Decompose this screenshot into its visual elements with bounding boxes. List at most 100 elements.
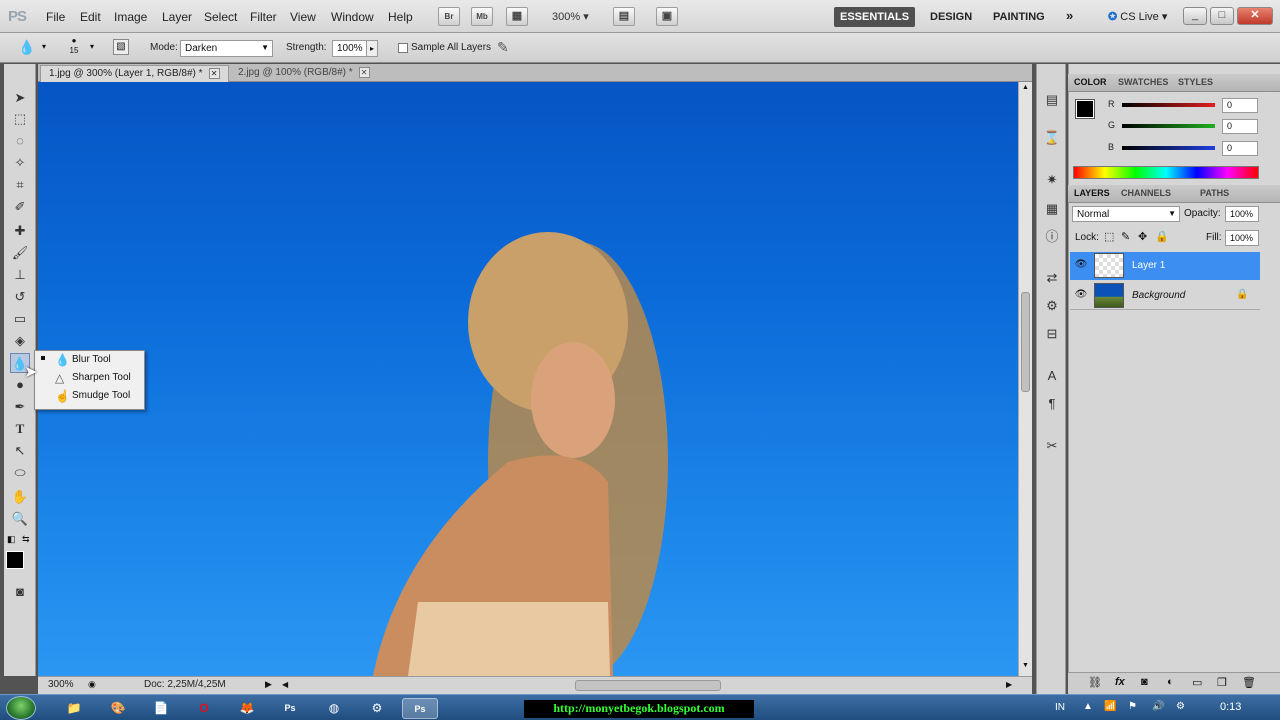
brush-tool-icon[interactable]: 🖌 [10, 243, 30, 263]
eraser-tool-icon[interactable]: ▭ [10, 309, 30, 329]
bridge-button[interactable]: Br [438, 7, 460, 26]
flyout-item-sharpen-tool[interactable]: △ Sharpen Tool [35, 370, 144, 388]
lock-all-icon[interactable]: 🔒 [1155, 230, 1169, 243]
explorer-icon[interactable]: 📁 [56, 698, 92, 719]
color-spectrum-ramp[interactable] [1073, 166, 1259, 179]
red-slider[interactable] [1122, 103, 1215, 107]
tab-document-2[interactable]: 2.jpg @ 100% (RGB/8#) * ✕ [230, 65, 378, 82]
strength-input[interactable]: 100% [332, 40, 370, 57]
tab-color[interactable]: COLOR [1074, 77, 1107, 87]
eye-icon[interactable]: 👁 [1073, 289, 1089, 300]
marquee-tool-icon[interactable]: ⬚ [10, 109, 30, 129]
document-canvas[interactable] [38, 82, 1018, 676]
workspace-design[interactable]: DESIGN [924, 7, 978, 27]
fill-input[interactable]: 100% [1225, 230, 1259, 246]
layer-mask-icon[interactable]: ◙ [1141, 676, 1148, 688]
workspace-essentials[interactable]: ESSENTIALS [834, 7, 916, 27]
default-colors-icon[interactable]: ◧ [7, 534, 16, 545]
status-info-icon[interactable]: ◉ [88, 679, 96, 690]
sample-all-layers-checkbox[interactable] [398, 43, 408, 53]
actions-panel-icon[interactable]: ⚙ [1042, 296, 1062, 316]
foreground-color-swatch[interactable] [6, 551, 24, 569]
horizontal-scroll-thumb[interactable] [575, 680, 721, 691]
minibridge-button[interactable]: Mb [471, 7, 493, 26]
menu-filter[interactable]: Filter [250, 10, 277, 24]
paragraph-panel-icon[interactable]: ¶ [1042, 394, 1062, 414]
layer-row-background[interactable]: 👁 Background 🔒 [1070, 282, 1260, 310]
crop-tool-icon[interactable]: ⌗ [10, 175, 30, 195]
screen-mode-icon[interactable]: ▣ [656, 7, 678, 26]
pressure-pen-icon[interactable]: ✎ [497, 39, 509, 56]
path-select-tool-icon[interactable]: ↖ [10, 441, 30, 461]
opera-icon[interactable]: O [186, 698, 222, 719]
minimize-button[interactable]: _ [1183, 7, 1207, 25]
info-panel-icon[interactable]: ⓘ [1042, 227, 1062, 247]
zoom-dropdown[interactable]: 300% ▾ [552, 10, 589, 23]
tool-preset-dropdown-icon[interactable]: ▾ [42, 42, 46, 51]
language-indicator[interactable]: IN [1055, 702, 1065, 713]
scroll-up-icon[interactable]: ▲ [1022, 84, 1029, 91]
scroll-left-icon[interactable]: ◀ [282, 680, 288, 689]
tab-styles[interactable]: STYLES [1178, 77, 1213, 87]
menu-image[interactable]: Image [114, 10, 147, 24]
history-brush-tool-icon[interactable]: ↺ [10, 287, 30, 307]
menu-edit[interactable]: Edit [80, 10, 101, 24]
brush-preset-picker[interactable]: ● 15 [62, 36, 86, 60]
layer-row-layer-1[interactable]: 👁 Layer 1 [1070, 252, 1260, 280]
healing-brush-tool-icon[interactable]: ✚ [10, 221, 30, 241]
strength-slider-icon[interactable]: ▸ [366, 40, 378, 57]
layer-name[interactable]: Background [1132, 290, 1185, 301]
pen-tool-icon[interactable]: ✒ [10, 397, 30, 417]
system-clock[interactable]: 0:13 [1220, 701, 1241, 713]
vertical-scrollbar[interactable]: ▲ ▼ [1018, 82, 1032, 676]
new-layer-icon[interactable]: ❐ [1217, 676, 1227, 689]
workspace-painting[interactable]: PAINTING [987, 7, 1051, 27]
navigator-panel-icon[interactable]: ✷ [1042, 170, 1062, 190]
menu-select[interactable]: Select [204, 10, 237, 24]
tab-channels[interactable]: CHANNELS [1121, 188, 1171, 198]
green-value-input[interactable]: 0 [1222, 119, 1258, 134]
history-panel-icon[interactable]: ⌛ [1042, 128, 1062, 148]
volume-icon[interactable]: 🔊 [1152, 701, 1164, 712]
brush-panel-icon[interactable]: ▧ [113, 39, 129, 55]
flag-icon[interactable]: ⚑ [1128, 701, 1137, 712]
close-icon[interactable]: ✕ [208, 68, 220, 79]
clone-stamp-tool-icon[interactable]: ⊥ [10, 265, 30, 285]
new-group-icon[interactable]: ▭ [1192, 676, 1202, 689]
opacity-input[interactable]: 100% [1225, 206, 1259, 222]
eyedropper-tool-icon[interactable]: ✐ [10, 197, 30, 217]
color-foreground-swatch[interactable] [1075, 99, 1095, 119]
notepad-icon[interactable]: 📄 [143, 698, 179, 719]
shape-tool-icon[interactable]: ⬭ [10, 463, 30, 483]
layer-name[interactable]: Layer 1 [1132, 260, 1165, 271]
mode-select[interactable]: Darken ▼ [180, 40, 273, 57]
vertical-scroll-thumb[interactable] [1021, 292, 1030, 392]
tray-app-icon[interactable]: ⚙ [1176, 701, 1185, 712]
utility-icon[interactable]: ⚙ [359, 698, 395, 719]
blue-slider[interactable] [1122, 146, 1215, 150]
status-zoom[interactable]: 300% [48, 679, 74, 690]
type-tool-icon[interactable]: T [10, 419, 30, 439]
photoshop-taskbar-icon[interactable]: Ps [272, 698, 308, 719]
workspace-more-icon[interactable]: » [1060, 7, 1079, 27]
chrome-icon[interactable]: ◍ [316, 698, 352, 719]
lock-pixels-icon[interactable]: ✎ [1121, 230, 1130, 243]
histogram-panel-icon[interactable]: ▦ [1042, 199, 1062, 219]
lock-transparency-icon[interactable]: ⬚ [1104, 230, 1114, 243]
tab-document-1[interactable]: 1.jpg @ 300% (Layer 1, RGB/8#) * ✕ [40, 65, 229, 82]
maximize-button[interactable]: □ [1210, 7, 1234, 25]
menu-window[interactable]: Window [331, 10, 374, 24]
quick-mask-icon[interactable]: ◙ [10, 582, 30, 602]
close-icon[interactable]: ✕ [358, 67, 370, 78]
tab-swatches[interactable]: SWATCHES [1118, 77, 1168, 87]
scroll-down-icon[interactable]: ▼ [1022, 662, 1029, 669]
adjustment-layer-icon[interactable]: ◐ [1167, 676, 1174, 688]
paint-icon[interactable]: 🎨 [100, 698, 136, 719]
close-button[interactable]: ✕ [1237, 7, 1273, 25]
scroll-right-icon[interactable]: ▶ [1006, 680, 1012, 689]
blend-mode-select[interactable]: Normal ▼ [1072, 206, 1180, 222]
extras-icon[interactable]: ▦ [506, 7, 528, 26]
tab-layers[interactable]: LAYERS [1074, 188, 1110, 198]
flyout-item-blur-tool[interactable]: 💧 Blur Tool [35, 352, 144, 370]
photoshop-active-icon[interactable]: Ps [402, 698, 438, 719]
